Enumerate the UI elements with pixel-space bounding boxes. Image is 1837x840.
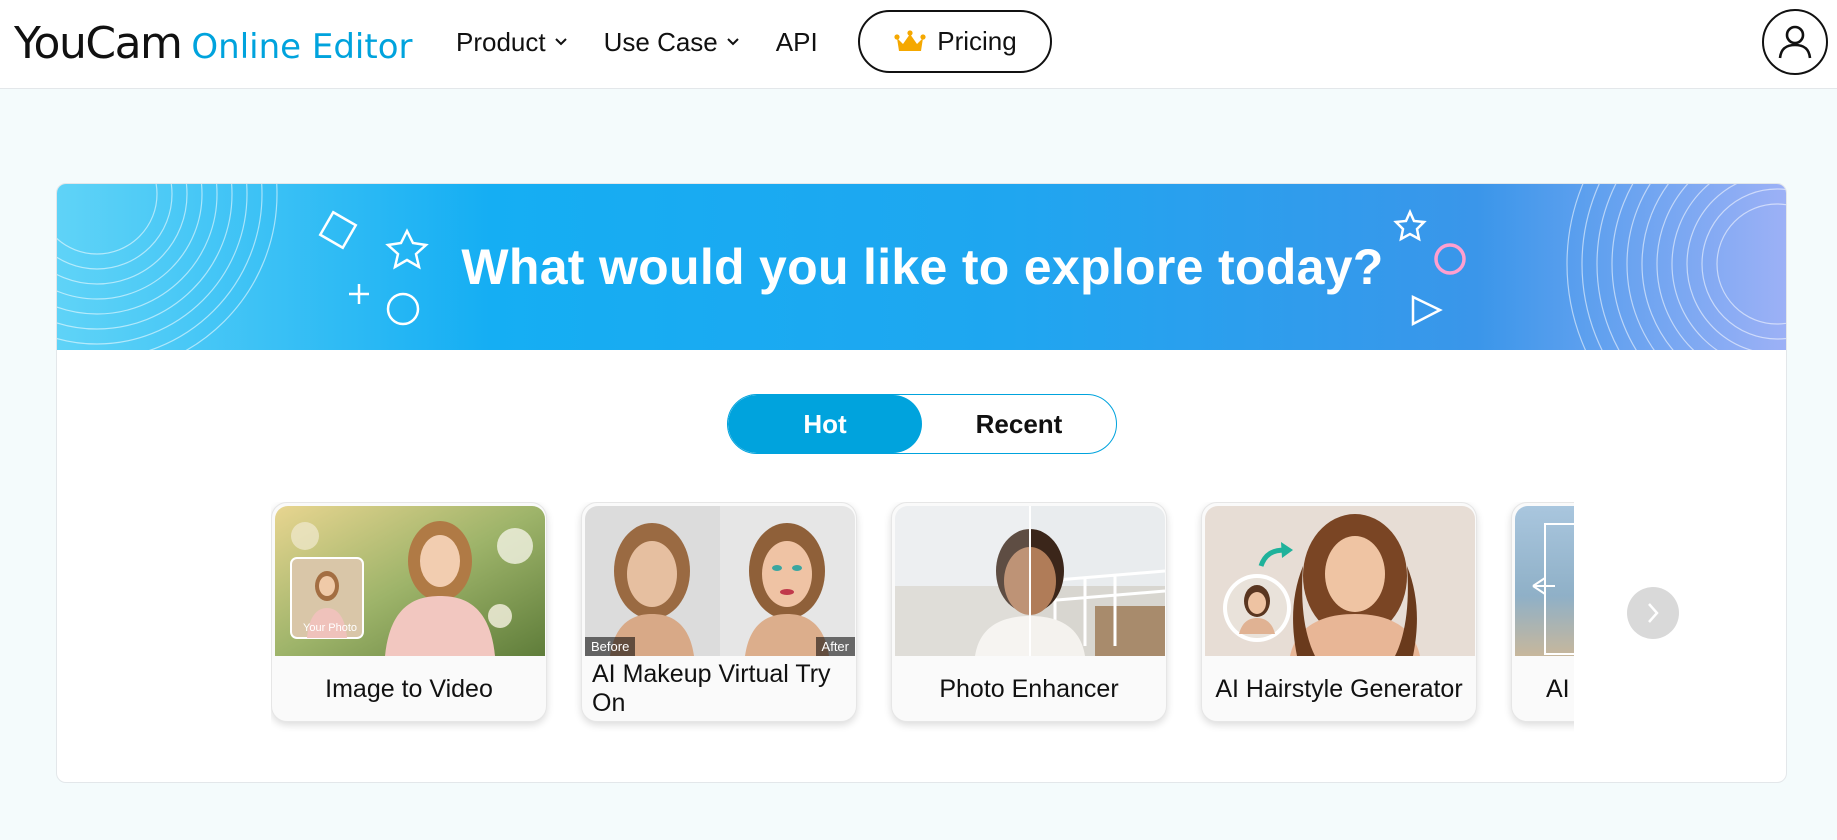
logo-subtitle: Online Editor xyxy=(191,27,413,67)
nav-use-case-label: Use Case xyxy=(603,26,718,57)
nav-api[interactable]: API xyxy=(776,27,818,58)
banner-title: What would you like to explore today? xyxy=(461,239,1384,295)
tab-recent[interactable]: Recent xyxy=(922,395,1116,453)
nav-product-label: Product xyxy=(456,26,546,57)
feature-label: Image to Video xyxy=(325,675,493,703)
main-nav: Product Use Case API xyxy=(456,0,854,84)
chevron-right-icon xyxy=(1644,600,1662,626)
user-icon xyxy=(1775,22,1815,62)
hot-recent-toggle: Hot Recent xyxy=(727,394,1117,454)
feature-label: AI Hairstyle Generator xyxy=(1215,675,1463,703)
explore-panel: What would you like to explore today? Ho… xyxy=(56,183,1787,783)
carousel-next-button[interactable] xyxy=(1627,587,1679,639)
tab-hot[interactable]: Hot xyxy=(728,395,922,453)
explore-banner: What would you like to explore today? xyxy=(57,184,1786,350)
ai-hairstyle-thumbnail xyxy=(1205,506,1475,656)
chevron-down-icon xyxy=(554,37,568,47)
feature-card-ai-makeup[interactable]: Before After AI Makeup Virtual Try On xyxy=(581,502,857,722)
photo-enhancer-thumbnail xyxy=(895,506,1165,656)
feature-carousel: Your Photo Image to Video Before After A… xyxy=(271,502,1574,742)
ai-makeup-thumbnail: Before After xyxy=(585,506,855,656)
after-tag: After xyxy=(815,637,855,656)
pricing-button[interactable]: Pricing xyxy=(858,10,1052,73)
pricing-label: Pricing xyxy=(937,26,1017,56)
image-to-video-thumbnail: Your Photo xyxy=(275,506,545,656)
before-tag: Before xyxy=(585,637,636,656)
youcam-logo[interactable]: YouCam Online Editor xyxy=(14,18,413,69)
feature-card-ai-partial[interactable]: AI xyxy=(1511,502,1574,722)
nav-api-label: API xyxy=(775,26,818,57)
your-photo-tag: Your Photo xyxy=(303,622,358,634)
feature-card-photo-enhancer[interactable]: Photo Enhancer xyxy=(891,502,1167,722)
top-navigation-bar: YouCam Online Editor Product Use Case AP… xyxy=(0,0,1837,89)
ai-partial-thumbnail xyxy=(1515,506,1574,656)
nav-product[interactable]: Product xyxy=(456,27,568,58)
feature-card-image-to-video[interactable]: Your Photo Image to Video xyxy=(271,502,547,722)
crown-icon xyxy=(893,29,927,54)
feature-label: Photo Enhancer xyxy=(939,675,1119,703)
account-button[interactable] xyxy=(1762,9,1828,75)
chevron-down-icon xyxy=(726,37,740,47)
feature-card-ai-hairstyle[interactable]: AI Hairstyle Generator xyxy=(1201,502,1477,722)
nav-use-case[interactable]: Use Case xyxy=(604,27,740,58)
feature-label: AI xyxy=(1546,675,1570,703)
feature-label: AI Makeup Virtual Try On xyxy=(592,660,831,717)
logo-wordmark: YouCam xyxy=(14,18,183,69)
